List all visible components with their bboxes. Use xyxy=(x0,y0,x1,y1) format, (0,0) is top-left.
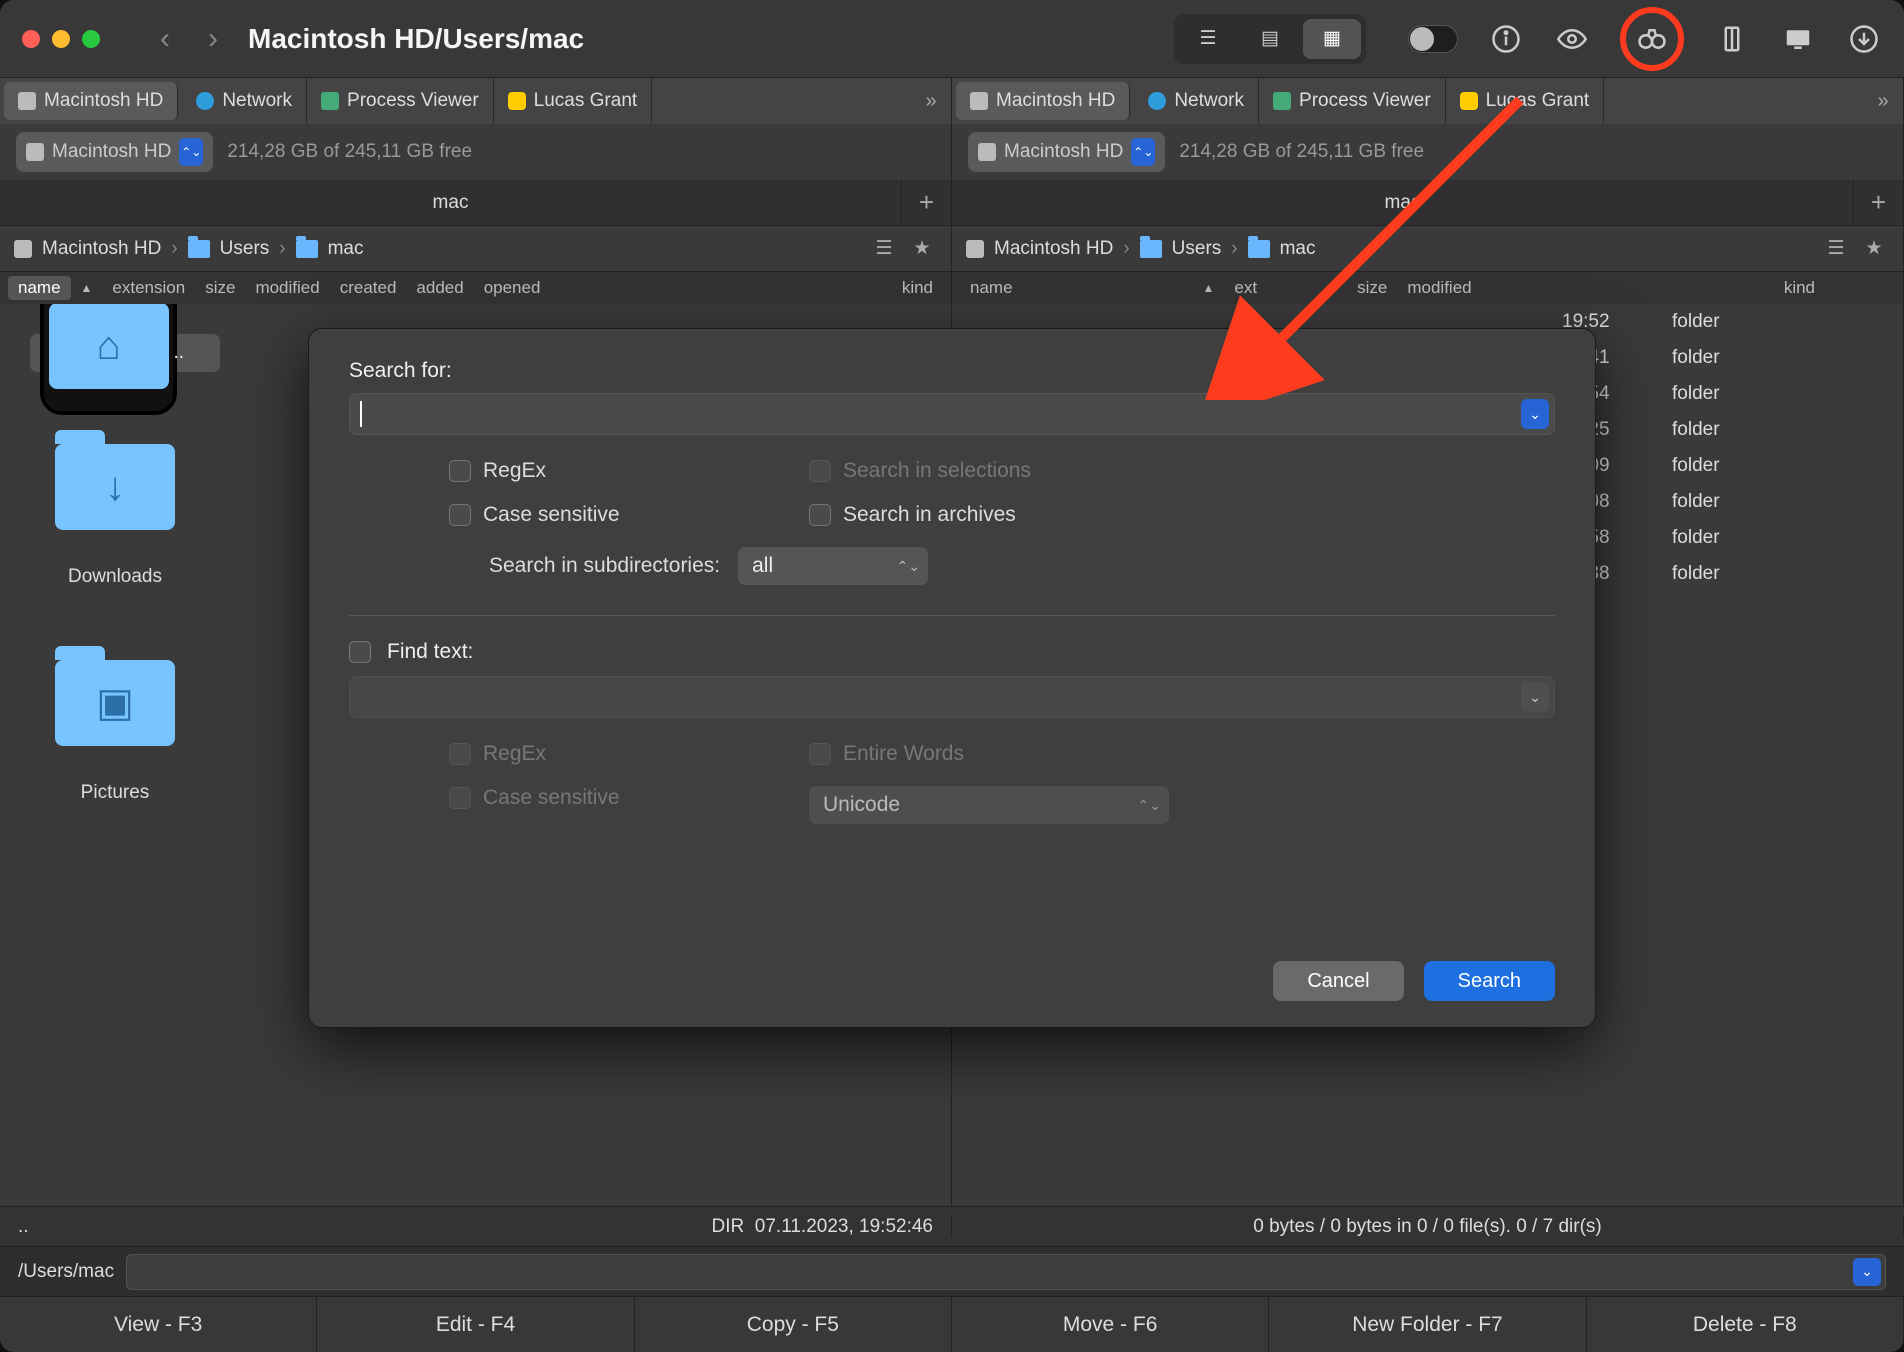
forward-button[interactable]: › xyxy=(208,22,218,56)
cancel-button[interactable]: Cancel xyxy=(1273,961,1403,1001)
current-path: /Users/mac xyxy=(18,1261,114,1283)
dropdown-icon[interactable]: ⌄ xyxy=(1521,682,1549,712)
view-icons[interactable]: ▦ xyxy=(1303,19,1361,59)
entire-checkbox: Entire Words xyxy=(809,742,1169,766)
selections-checkbox: Search in selections xyxy=(809,459,1169,483)
pane-tab-r[interactable]: mac xyxy=(952,180,1853,225)
view-list[interactable]: ☰ xyxy=(1179,19,1237,59)
parent-indicator: .. xyxy=(18,1216,29,1238)
tab-process-viewer[interactable]: Process Viewer xyxy=(307,78,494,124)
search-for-input[interactable]: ⌄ xyxy=(349,393,1555,435)
path-input[interactable]: ⌄ xyxy=(126,1254,1886,1290)
volume-picker-r[interactable]: Macintosh HD⌃⌄ xyxy=(968,132,1165,172)
breadcrumb-r: Macintosh HD› Users› mac ☰★ xyxy=(952,226,1903,272)
dual-pane-toggle[interactable] xyxy=(1408,25,1458,53)
columns-header-right[interactable]: name▲ extsizemodifiedkind xyxy=(952,272,1903,304)
tabs-overflow-r[interactable]: » xyxy=(1863,78,1903,124)
tab-process-viewer-r[interactable]: Process Viewer xyxy=(1259,78,1446,124)
volume-picker[interactable]: Macintosh HD⌃⌄ xyxy=(16,132,213,172)
info-icon[interactable] xyxy=(1488,21,1524,57)
fn-delete[interactable]: Delete - F8 xyxy=(1587,1297,1904,1352)
fn-view[interactable]: View - F3 xyxy=(0,1297,317,1352)
breadcrumb: Macintosh HD› Users› mac ☰★ xyxy=(0,226,951,272)
view-columns[interactable]: ▤ xyxy=(1241,19,1299,59)
archive-icon[interactable] xyxy=(1714,21,1750,57)
path-dropdown-icon[interactable]: ⌄ xyxy=(1853,1258,1881,1286)
fn-copy[interactable]: Copy - F5 xyxy=(635,1297,952,1352)
search-toolbar-icon[interactable] xyxy=(1620,7,1684,71)
tab-lucas-grant[interactable]: Lucas Grant xyxy=(494,78,653,124)
regex-checkbox[interactable]: RegEx xyxy=(449,459,809,483)
find-text-checkbox[interactable] xyxy=(349,641,371,663)
tabs-overflow[interactable]: » xyxy=(911,78,951,124)
search-dialog: Search for: ⌄ RegEx Case sensitive Searc… xyxy=(308,328,1596,1028)
window-title: Macintosh HD/Users/mac xyxy=(248,23,584,55)
favorite-icon-r[interactable]: ★ xyxy=(1859,234,1889,264)
back-button[interactable]: ‹ xyxy=(160,22,170,56)
favorite-icon[interactable]: ★ xyxy=(907,234,937,264)
list-toggle-icon[interactable]: ☰ xyxy=(869,234,899,264)
image-glyph-icon: ▣ xyxy=(55,660,175,746)
list-item[interactable]: ⌂ .. xyxy=(30,334,220,372)
regex2-checkbox: RegEx xyxy=(449,742,809,766)
search-button[interactable]: Search xyxy=(1424,961,1555,1001)
pane-tab[interactable]: mac xyxy=(0,180,901,225)
tab-macintosh-hd[interactable]: Macintosh HD xyxy=(4,82,178,120)
encoding-select[interactable]: Unicode⌃⌄ xyxy=(809,786,1169,824)
list-item[interactable]: ↓ Downloads xyxy=(30,422,200,588)
tab-network-r[interactable]: Network xyxy=(1134,78,1259,124)
titlebar: ‹ › Macintosh HD/Users/mac ☰ ▤ ▦ xyxy=(0,0,1904,78)
location-tab-strip: Macintosh HD Network Process Viewer Luca… xyxy=(0,78,1904,124)
quicklook-icon[interactable] xyxy=(1554,21,1590,57)
download-glyph-icon: ↓ xyxy=(55,444,175,530)
fn-newfolder[interactable]: New Folder - F7 xyxy=(1269,1297,1586,1352)
archives-checkbox[interactable]: Search in archives xyxy=(809,503,1169,527)
free-space-r: 214,28 GB of 245,11 GB free xyxy=(1179,141,1424,163)
binoculars-icon xyxy=(1634,21,1670,57)
case2-checkbox: Case sensitive xyxy=(449,786,809,810)
list-toggle-icon-r[interactable]: ☰ xyxy=(1821,234,1851,264)
add-tab-r[interactable]: + xyxy=(1853,180,1903,225)
case-checkbox[interactable]: Case sensitive xyxy=(449,503,809,527)
subdir-select[interactable]: all⌃⌄ xyxy=(738,547,928,585)
function-key-bar: View - F3 Edit - F4 Copy - F5 Move - F6 … xyxy=(0,1296,1904,1352)
view-mode-segment: ☰ ▤ ▦ xyxy=(1174,14,1366,64)
add-tab[interactable]: + xyxy=(901,180,951,225)
columns-header-left[interactable]: name▲ extensionsizemodifiedcreatedaddedo… xyxy=(0,272,951,304)
fn-edit[interactable]: Edit - F4 xyxy=(317,1297,634,1352)
selection-summary: 0 bytes / 0 bytes in 0 / 0 file(s). 0 / … xyxy=(1253,1216,1601,1238)
close-window[interactable] xyxy=(22,30,40,48)
desktop-icon[interactable] xyxy=(1780,21,1816,57)
home-icon: ⌂ xyxy=(49,304,169,389)
zoom-window[interactable] xyxy=(82,30,100,48)
dropdown-icon[interactable]: ⌄ xyxy=(1521,399,1549,429)
free-space: 214,28 GB of 245,11 GB free xyxy=(227,141,472,163)
subdir-label: Search in subdirectories: xyxy=(489,554,720,578)
minimize-window[interactable] xyxy=(52,30,70,48)
search-for-label: Search for: xyxy=(349,359,1555,383)
tab-lucas-grant-r[interactable]: Lucas Grant xyxy=(1446,78,1605,124)
find-text-input[interactable]: ⌄ xyxy=(349,676,1555,718)
tab-macintosh-hd-r[interactable]: Macintosh HD xyxy=(956,82,1130,120)
fn-move[interactable]: Move - F6 xyxy=(952,1297,1269,1352)
list-item[interactable]: ▣ Pictures xyxy=(30,638,200,804)
tab-network[interactable]: Network xyxy=(182,78,307,124)
download-icon[interactable] xyxy=(1846,21,1882,57)
